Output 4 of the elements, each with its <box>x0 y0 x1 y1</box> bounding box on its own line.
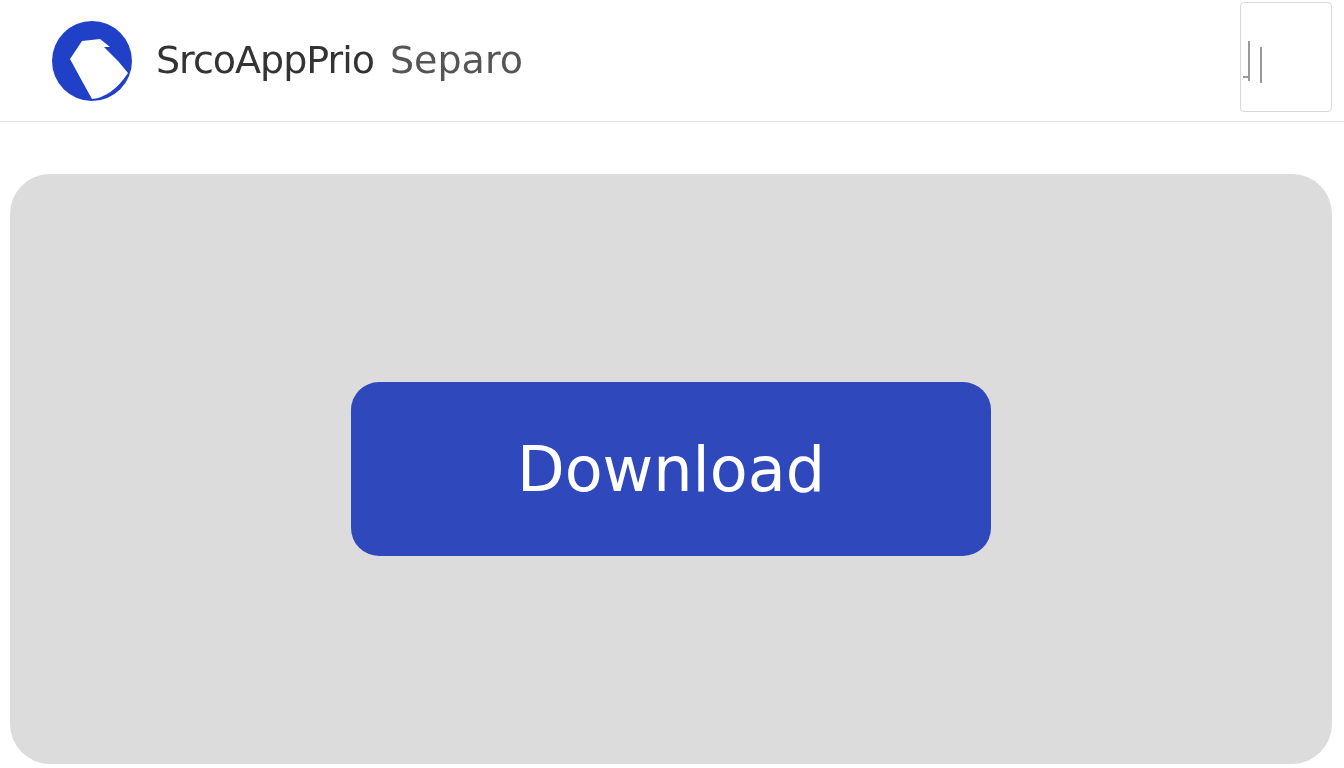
app-name: SrcoAppPrio <box>156 37 374 84</box>
app-subtitle: Separo <box>389 37 523 84</box>
menu-button[interactable] <box>1240 1 1332 112</box>
download-button[interactable]: Download <box>351 382 991 556</box>
